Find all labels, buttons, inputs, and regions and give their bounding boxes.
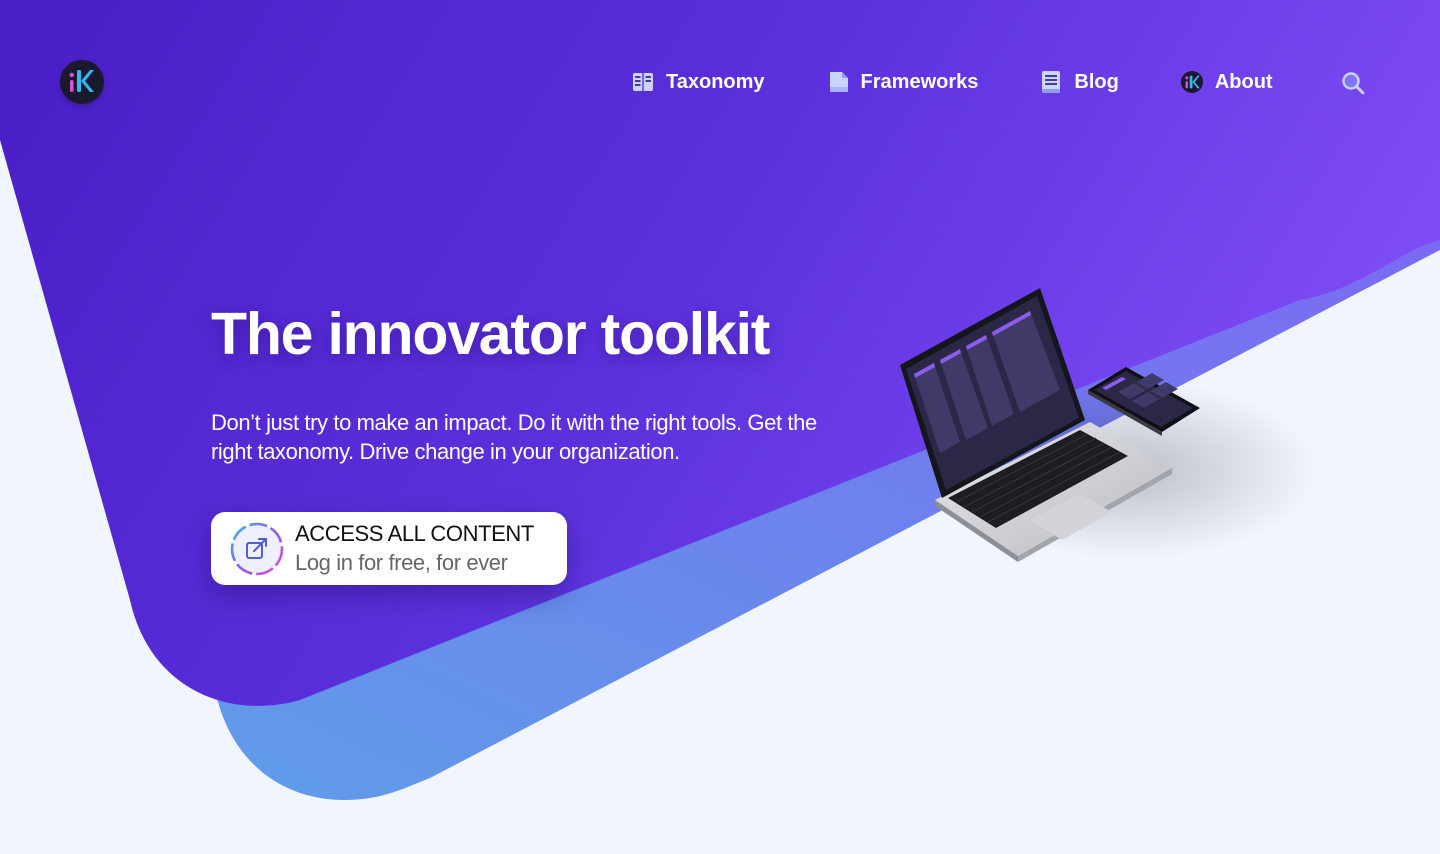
- nav-item-label: About: [1214, 70, 1273, 93]
- nav-item-label: Frameworks: [860, 70, 979, 93]
- nav-item-frameworks[interactable]: Frameworks: [827, 70, 979, 94]
- blog-icon: [1040, 71, 1062, 93]
- access-content-button[interactable]: ACCESS ALL CONTENT Log in for free, for …: [211, 512, 567, 585]
- cta-text: ACCESS ALL CONTENT Log in for free, for …: [295, 521, 534, 576]
- landing-page: Taxonomy Frameworks Blog About The innov…: [0, 0, 1440, 854]
- taxonomy-icon: [632, 71, 654, 93]
- nav-item-taxonomy[interactable]: Taxonomy: [632, 71, 765, 94]
- cta-subtitle: Log in for free, for ever: [295, 550, 508, 575]
- nav-item-label: Taxonomy: [666, 70, 765, 93]
- search-icon[interactable]: [1340, 70, 1366, 96]
- about-logo-icon: [1180, 71, 1203, 93]
- nav-item-label: Blog: [1074, 70, 1119, 93]
- laptop-and-phone-illustration: [900, 288, 1320, 562]
- frameworks-icon: [827, 71, 849, 93]
- cta-title: ACCESS ALL CONTENT: [295, 521, 534, 546]
- hero-title: The innovator toolkit: [211, 301, 770, 367]
- external-link-icon: [230, 522, 284, 576]
- main-nav: Taxonomy Frameworks Blog About: [632, 66, 1335, 98]
- nav-item-about[interactable]: About: [1180, 70, 1273, 94]
- nav-item-blog[interactable]: Blog: [1040, 70, 1119, 94]
- ik-logo-icon[interactable]: [60, 60, 104, 104]
- hero-subtitle: Don’t just try to make an impact. Do it …: [211, 410, 817, 464]
